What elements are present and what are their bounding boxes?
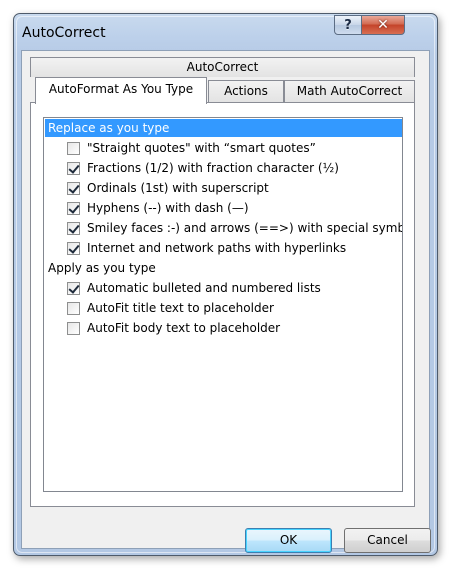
help-button[interactable]: ? bbox=[334, 15, 362, 35]
option-label: AutoFit body text to placeholder bbox=[87, 321, 281, 335]
option-label: Fractions (1/2) with fraction character … bbox=[87, 161, 339, 175]
checkbox[interactable] bbox=[67, 201, 80, 215]
checkbox[interactable] bbox=[67, 321, 80, 335]
option-label: Ordinals (1st) with superscript bbox=[87, 181, 269, 195]
option-fractions[interactable]: Fractions (1/2) with fraction character … bbox=[67, 158, 339, 178]
checkbox[interactable] bbox=[67, 301, 80, 315]
close-icon: ✕ bbox=[377, 17, 389, 33]
option-label: AutoFit title text to placeholder bbox=[87, 301, 274, 315]
tab-actions[interactable]: Actions bbox=[208, 80, 284, 102]
option-autofit-title[interactable]: AutoFit title text to placeholder bbox=[67, 298, 274, 318]
option-ordinals[interactable]: Ordinals (1st) with superscript bbox=[67, 178, 269, 198]
option-autofit-body[interactable]: AutoFit body text to placeholder bbox=[67, 318, 280, 338]
autocorrect-dialog: AutoCorrect ? ✕ AutoCorrect AutoFormat A… bbox=[13, 13, 438, 556]
dialog-client-area: AutoCorrect AutoFormat As You Type Actio… bbox=[21, 50, 431, 553]
option-label: Automatic bulleted and numbered lists bbox=[87, 281, 321, 295]
ok-button[interactable]: OK bbox=[245, 528, 332, 553]
tab-math-autocorrect[interactable]: Math AutoCorrect bbox=[284, 80, 415, 102]
cancel-button[interactable]: Cancel bbox=[344, 528, 431, 553]
option-label: Internet and network paths with hyperlin… bbox=[87, 241, 347, 255]
option-hyphens[interactable]: Hyphens (--) with dash (—) bbox=[67, 198, 249, 218]
option-smiley-faces[interactable]: Smiley faces :-) and arrows (==>) with s… bbox=[67, 218, 403, 238]
option-label: Hyphens (--) with dash (—) bbox=[87, 201, 249, 215]
tab-panel-autoformat: Replace as you type "Straight quotes" wi… bbox=[30, 102, 415, 507]
option-bulleted-lists[interactable]: Automatic bulleted and numbered lists bbox=[67, 278, 321, 298]
option-internet-paths[interactable]: Internet and network paths with hyperlin… bbox=[67, 238, 346, 258]
checkbox[interactable] bbox=[67, 221, 80, 235]
option-label: "Straight quotes" with “smart quotes” bbox=[87, 141, 316, 155]
checkbox[interactable] bbox=[67, 161, 80, 175]
tab-autocorrect[interactable]: AutoCorrect bbox=[30, 57, 415, 77]
option-straight-quotes[interactable]: "Straight quotes" with “smart quotes” bbox=[67, 138, 316, 158]
checkbox[interactable] bbox=[67, 241, 80, 255]
window-title: AutoCorrect bbox=[22, 25, 106, 41]
checkbox[interactable] bbox=[67, 281, 80, 295]
options-list[interactable]: Replace as you type "Straight quotes" wi… bbox=[43, 117, 403, 492]
checkbox[interactable] bbox=[67, 141, 80, 155]
group-apply-as-you-type[interactable]: Apply as you type bbox=[45, 258, 156, 278]
checkbox[interactable] bbox=[67, 181, 80, 195]
group-replace-as-you-type[interactable]: Replace as you type bbox=[45, 119, 402, 137]
option-label: Smiley faces :-) and arrows (==>) with s… bbox=[87, 221, 403, 235]
close-button[interactable]: ✕ bbox=[361, 15, 405, 35]
tab-autoformat-as-you-type[interactable]: AutoFormat As You Type bbox=[35, 77, 207, 104]
help-icon: ? bbox=[344, 17, 352, 33]
